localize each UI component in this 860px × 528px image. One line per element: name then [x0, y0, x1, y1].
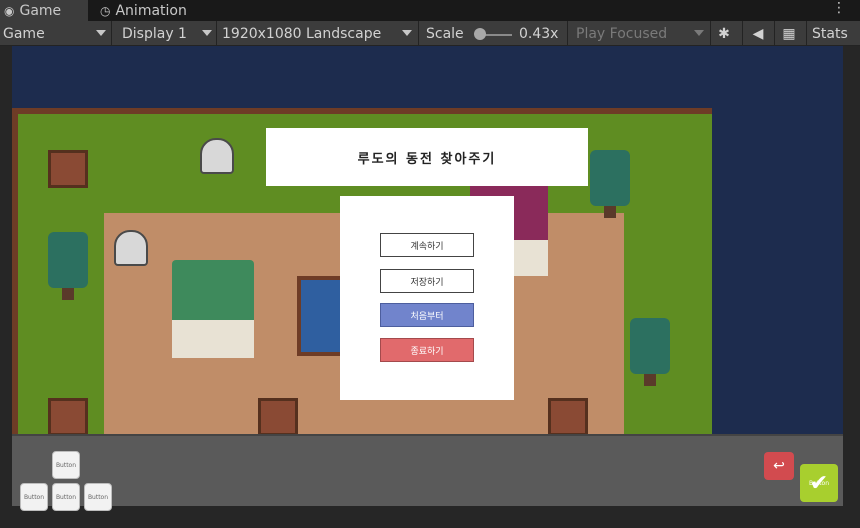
dpad-down-label: Button [55, 493, 77, 501]
keyboard-icon[interactable]: ▦ [780, 21, 798, 46]
chevron-down-icon [694, 30, 704, 36]
bug-icon[interactable]: ✱ [716, 21, 732, 46]
continue-button[interactable]: 계속하기 [380, 233, 474, 257]
display-mode-label: Game [3, 25, 45, 42]
chevron-down-icon [402, 30, 412, 36]
tab-animation-label: Animation [115, 2, 187, 19]
tree-sprite [590, 150, 630, 218]
dpad-left-button[interactable]: Button [20, 483, 48, 511]
more-options-icon[interactable]: ⋮ [832, 0, 846, 16]
stats-button[interactable]: Stats [812, 21, 848, 46]
quit-button[interactable]: 종료하기 [380, 338, 474, 362]
game-view: 루도의 동전 찾아주기 계속하기 저장하기 처음부터 종료하기 [0, 46, 860, 528]
scale-slider-track[interactable] [484, 34, 512, 36]
scale-label: Scale [426, 25, 464, 42]
dpad-up-button[interactable]: Button [52, 451, 80, 479]
game-title: 루도의 동전 찾아주기 [357, 151, 497, 167]
gamepad-icon: ◉ [4, 3, 15, 18]
scale-slider-handle[interactable] [474, 28, 486, 40]
chevron-down-icon [202, 30, 212, 36]
chevron-down-icon [96, 30, 106, 36]
clock-icon: ◷ [100, 3, 111, 18]
ghost-npc-sprite [200, 138, 234, 174]
play-mode-dropdown[interactable]: Play Focused [576, 21, 708, 46]
save-button[interactable]: 저장하기 [380, 269, 474, 293]
divider [418, 21, 419, 46]
touch-controls-bar [12, 434, 843, 506]
editor-tab-bar: ◉ Game ◷ Animation ⋮ [0, 0, 860, 21]
crate-sprite [48, 150, 88, 188]
divider [111, 21, 112, 46]
tab-animation[interactable]: ◷ Animation [96, 0, 206, 21]
divider [567, 21, 568, 46]
play-mode-label: Play Focused [576, 25, 668, 42]
scale-value: 0.43x [519, 25, 559, 42]
back-button[interactable]: ↩ [764, 452, 794, 480]
dpad-left-label: Button [23, 493, 45, 501]
resolution-dropdown[interactable]: 1920x1080 Landscape [222, 21, 414, 46]
speaker-icon[interactable]: ◀ [750, 21, 766, 46]
house-sprite [172, 260, 254, 358]
resolution-label: 1920x1080 Landscape [222, 25, 382, 42]
divider [710, 21, 711, 46]
confirm-button[interactable]: ✔ Button [800, 464, 838, 502]
divider [742, 21, 743, 46]
display-label: Display 1 [122, 25, 187, 42]
ghost-npc-sprite [114, 230, 148, 266]
crate-sprite [258, 398, 298, 436]
display-dropdown[interactable]: Display 1 [122, 21, 214, 46]
display-mode-dropdown[interactable]: Game [3, 21, 108, 46]
tree-sprite [48, 232, 88, 300]
game-view-toolbar: Game Display 1 1920x1080 Landscape Scale… [0, 21, 860, 46]
divider [216, 21, 217, 46]
game-title-box: 루도의 동전 찾아주기 [266, 128, 588, 186]
divider [774, 21, 775, 46]
return-arrow-icon: ↩ [773, 458, 785, 474]
dpad-up-label: Button [55, 461, 77, 469]
divider [806, 21, 807, 46]
dpad-down-button[interactable]: Button [52, 483, 80, 511]
crate-sprite [548, 398, 588, 436]
tab-game[interactable]: ◉ Game [0, 0, 88, 21]
dpad-right-button[interactable]: Button [84, 483, 112, 511]
crate-sprite [48, 398, 88, 436]
dpad-right-label: Button [87, 493, 109, 501]
tree-sprite [630, 318, 670, 386]
tab-game-label: Game [19, 2, 62, 19]
pause-menu-panel: 계속하기 저장하기 처음부터 종료하기 [340, 196, 514, 400]
restart-button[interactable]: 처음부터 [380, 303, 474, 327]
confirm-button-label: Button [808, 479, 830, 487]
